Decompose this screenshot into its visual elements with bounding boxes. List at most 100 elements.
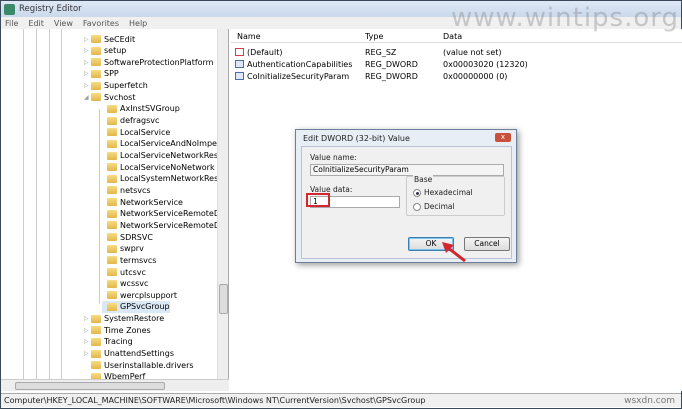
folder-icon (107, 151, 117, 160)
tree-item[interactable]: termsvcs (102, 254, 156, 266)
tree-vertical-scrollbar[interactable] (217, 29, 228, 379)
tree-item[interactable]: LocalServiceAndNoImperson (102, 138, 228, 150)
folder-icon (107, 279, 117, 288)
tree-item[interactable]: ▷ SoftwareProtectionPlatform (84, 56, 213, 68)
tree-item[interactable]: WbemPerf (84, 371, 145, 379)
window-title: Registry Editor (19, 4, 82, 14)
menu-view[interactable]: View (54, 19, 73, 28)
tree-item[interactable]: LocalServiceNetworkRestricte (102, 150, 229, 162)
expand-icon[interactable]: ▷ (84, 70, 91, 77)
folder-icon (91, 58, 101, 67)
watermark: www.wintips.org (451, 3, 680, 33)
tree-item-label: SeCEdit (104, 34, 136, 44)
tree-item[interactable]: ▷ Time Zones (84, 324, 151, 336)
value-data: 0x00003020 (12320) (443, 59, 528, 69)
tree-item[interactable]: LocalSystemNetworkRestricte (102, 173, 228, 185)
close-button[interactable]: x (495, 133, 511, 142)
folder-icon (107, 163, 117, 172)
tree-item[interactable]: ▷ Tracing (84, 336, 133, 348)
tree-item[interactable]: GPSvcGroup (102, 300, 170, 313)
tree-item[interactable]: NetworkService (102, 196, 183, 208)
status-bar: Computer\HKEY_LOCAL_MACHINE\SOFTWARE\Mic… (1, 393, 681, 407)
tree-item-label: Userinstallable.drivers (104, 360, 194, 370)
expand-icon[interactable]: ▷ (84, 315, 91, 322)
value-name-field[interactable]: CoInitializeSecurityParam (310, 164, 504, 176)
tree-item[interactable]: ▷ SystemRestore (84, 313, 164, 325)
tree-item[interactable]: NetworkServiceRemoteDeskt (102, 208, 228, 220)
tree-item[interactable]: ▷ SeCEdit (84, 33, 135, 45)
expand-icon[interactable]: ◢ (84, 94, 91, 101)
folder-icon (107, 198, 117, 207)
tree-item[interactable]: LocalService (102, 126, 170, 138)
value-name: (Default) (247, 47, 283, 57)
tree-item-label: LocalService (120, 127, 171, 137)
expand-icon[interactable]: ▷ (84, 36, 91, 43)
tree-item-label: setup (104, 46, 127, 56)
tree-item[interactable]: wercplsupport (102, 289, 177, 301)
tree-item[interactable]: SDRSVC (102, 231, 153, 243)
tree-item-label: AxInstSVGroup (120, 104, 180, 114)
column-name[interactable]: Name (237, 32, 261, 41)
column-data[interactable]: Data (443, 32, 462, 41)
registry-tree[interactable]: ▷ SeCEdit ▷ setup ▷ SoftwareProtectionPlatfor… (1, 29, 229, 379)
tree-item[interactable]: AxInstSVGroup (102, 103, 180, 115)
folder-icon (91, 326, 101, 335)
scrollbar-thumb[interactable] (219, 284, 228, 314)
expand-icon[interactable]: ▷ (84, 59, 91, 66)
decimal-radio[interactable] (413, 203, 421, 211)
tree-item[interactable]: netsvcs (102, 184, 151, 196)
tree-item-label: LocalServiceNetworkRestricte (120, 151, 229, 160)
watermark: wsxdn.com (624, 396, 675, 406)
tree-item-label: NetworkServiceRemoteDeskt (120, 220, 229, 230)
tree-item[interactable]: utcsvc (102, 266, 146, 278)
tree-item[interactable]: ▷ SPP (84, 68, 119, 80)
hexadecimal-label[interactable]: Hexadecimal (424, 188, 473, 197)
tree-item[interactable]: swprv (102, 243, 144, 255)
expand-icon[interactable]: ▷ (84, 338, 91, 345)
value-type: REG_DWORD (365, 59, 418, 69)
tree-item-label: SoftwareProtectionPlatform (104, 57, 214, 67)
expand-icon[interactable]: ▷ (84, 327, 91, 334)
value-name-label: Value name: (310, 153, 357, 162)
highlight-box (306, 193, 330, 207)
tree-item-label: Svchost (104, 92, 136, 102)
tree-item-label: Tracing (104, 337, 133, 347)
folder-icon (107, 104, 117, 113)
tree-item[interactable]: LocalServiceNoNetwork (102, 161, 215, 173)
tree-item-label: utcsvc (120, 267, 146, 277)
tree-item[interactable]: ◢ Svchost (84, 91, 135, 103)
list-row[interactable]: AuthenticationCapabilities REG_DWORD 0x0… (231, 58, 682, 70)
tree-item[interactable]: ▷ setup (84, 45, 126, 57)
expand-icon[interactable]: ▷ (84, 47, 91, 54)
tree-item[interactable]: Userinstallable.drivers (84, 359, 194, 371)
expand-icon[interactable]: ▷ (84, 350, 91, 357)
folder-icon (107, 256, 117, 265)
menu-favorites[interactable]: Favorites (83, 19, 119, 28)
list-row[interactable]: (Default) REG_SZ (value not set) (231, 46, 682, 58)
scrollbar-thumb[interactable] (15, 382, 165, 390)
menu-edit[interactable]: Edit (28, 19, 44, 28)
tree-item-label: SDRSVC (120, 232, 153, 242)
tree-item[interactable]: NetworkServiceRemoteDeskt (102, 219, 229, 231)
expand-icon[interactable]: ▷ (84, 82, 91, 89)
folder-icon (107, 233, 117, 242)
tree-item[interactable]: wcssvc (102, 278, 148, 290)
folder-icon (107, 174, 117, 183)
menu-file[interactable]: File (5, 19, 18, 28)
list-row[interactable]: CoInitializeSecurityParam REG_DWORD 0x00… (231, 70, 682, 82)
hexadecimal-radio[interactable] (413, 189, 421, 197)
column-type[interactable]: Type (365, 32, 383, 41)
tree-item-label: SPP (104, 69, 119, 79)
red-arrow-icon (442, 242, 466, 263)
menu-help[interactable]: Help (129, 19, 147, 28)
folder-icon (91, 69, 101, 78)
folder-icon (107, 116, 117, 125)
tree-horizontal-scrollbar[interactable] (1, 379, 229, 391)
base-group: Base Hexadecimal Decimal (406, 175, 505, 216)
folder-icon (91, 314, 101, 323)
folder-icon (91, 35, 101, 43)
tree-item[interactable]: ▷ Superfetch (84, 80, 148, 92)
tree-item[interactable]: defragsvc (102, 115, 159, 127)
tree-item[interactable]: ▷ UnattendSettings (84, 348, 174, 360)
decimal-label[interactable]: Decimal (424, 202, 455, 211)
